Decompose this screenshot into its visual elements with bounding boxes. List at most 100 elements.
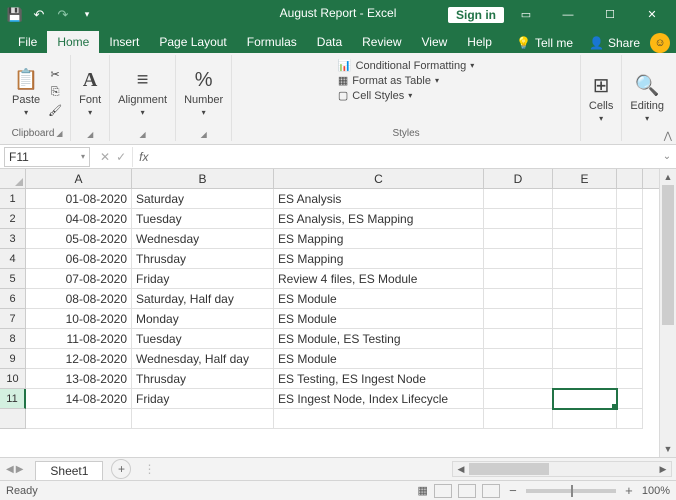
enter-formula-icon[interactable]: ✓: [116, 150, 126, 164]
cell[interactable]: [553, 329, 617, 349]
cell[interactable]: [617, 329, 643, 349]
expand-formula-bar-icon[interactable]: ⌄: [658, 151, 676, 162]
cell[interactable]: Monday: [132, 309, 274, 329]
tab-help[interactable]: Help: [457, 31, 502, 53]
row-header[interactable]: 3: [0, 229, 26, 249]
cell[interactable]: [553, 309, 617, 329]
maximize-icon[interactable]: ☐: [590, 0, 630, 29]
cell[interactable]: [484, 409, 553, 429]
cell[interactable]: Friday: [132, 389, 274, 409]
cell[interactable]: ES Module, ES Testing: [274, 329, 484, 349]
cell[interactable]: Tuesday: [132, 329, 274, 349]
cell[interactable]: ES Testing, ES Ingest Node: [274, 369, 484, 389]
cell[interactable]: [617, 229, 643, 249]
cell[interactable]: [553, 369, 617, 389]
cell[interactable]: 12-08-2020: [26, 349, 132, 369]
next-sheet-icon[interactable]: ▶: [16, 464, 24, 475]
name-box[interactable]: F11▾: [4, 147, 90, 167]
cell[interactable]: ES Ingest Node, Index Lifecycle: [274, 389, 484, 409]
font-button[interactable]: A Font ▾: [77, 67, 103, 119]
cell[interactable]: ES Analysis: [274, 189, 484, 209]
horizontal-scrollbar[interactable]: ◀ ▶: [452, 461, 672, 477]
cell[interactable]: ES Mapping: [274, 229, 484, 249]
row-header[interactable]: 7: [0, 309, 26, 329]
dialog-launcher-icon[interactable]: ◢: [87, 130, 93, 139]
cell[interactable]: Wednesday, Half day: [132, 349, 274, 369]
row-header[interactable]: [0, 409, 26, 429]
cell[interactable]: [617, 309, 643, 329]
cell[interactable]: [553, 189, 617, 209]
cell[interactable]: 04-08-2020: [26, 209, 132, 229]
number-button[interactable]: % Number ▾: [182, 67, 225, 119]
cell[interactable]: ES Analysis, ES Mapping: [274, 209, 484, 229]
cell[interactable]: [484, 229, 553, 249]
zoom-slider[interactable]: [526, 489, 616, 493]
cell[interactable]: ES Mapping: [274, 249, 484, 269]
cell[interactable]: 01-08-2020: [26, 189, 132, 209]
cancel-formula-icon[interactable]: ✕: [100, 150, 110, 164]
row-header[interactable]: 11: [0, 389, 26, 409]
row-header[interactable]: 9: [0, 349, 26, 369]
cell[interactable]: [617, 289, 643, 309]
tellme-button[interactable]: 💡Tell me: [510, 36, 579, 50]
page-layout-view-icon[interactable]: [458, 484, 476, 498]
formula-input[interactable]: [154, 147, 658, 167]
cell[interactable]: [484, 289, 553, 309]
tab-split-handle[interactable]: ⋮: [143, 462, 155, 476]
dialog-launcher-icon[interactable]: ◢: [56, 129, 62, 138]
zoom-in-button[interactable]: +: [622, 483, 636, 498]
prev-sheet-icon[interactable]: ◀: [6, 464, 14, 475]
row-header[interactable]: 8: [0, 329, 26, 349]
tab-review[interactable]: Review: [352, 31, 411, 53]
row-header[interactable]: 10: [0, 369, 26, 389]
col-header-b[interactable]: B: [132, 169, 274, 188]
tab-view[interactable]: View: [412, 31, 458, 53]
row-header[interactable]: 2: [0, 209, 26, 229]
cell[interactable]: [484, 269, 553, 289]
cell-styles-button[interactable]: ▢Cell Styles▾: [338, 89, 412, 102]
qat-customize-icon[interactable]: ▾: [76, 4, 98, 26]
save-icon[interactable]: 💾: [4, 4, 26, 26]
cell[interactable]: Thrusday: [132, 369, 274, 389]
cell[interactable]: Wednesday: [132, 229, 274, 249]
cell[interactable]: Review 4 files, ES Module: [274, 269, 484, 289]
cell[interactable]: [617, 349, 643, 369]
col-header-c[interactable]: C: [274, 169, 484, 188]
scroll-left-icon[interactable]: ◀: [453, 462, 469, 476]
sheet-nav[interactable]: ◀▶: [0, 464, 29, 475]
conditional-formatting-button[interactable]: 📊Conditional Formatting▾: [338, 59, 474, 72]
signin-button[interactable]: Sign in: [448, 7, 504, 23]
scroll-right-icon[interactable]: ▶: [655, 462, 671, 476]
cell[interactable]: [274, 409, 484, 429]
cell[interactable]: 07-08-2020: [26, 269, 132, 289]
cell[interactable]: [553, 349, 617, 369]
cell[interactable]: 08-08-2020: [26, 289, 132, 309]
row-header[interactable]: 5: [0, 269, 26, 289]
ribbon-display-icon[interactable]: ▭: [506, 0, 546, 29]
format-painter-icon[interactable]: 🖌: [46, 102, 64, 118]
zoom-level[interactable]: 100%: [642, 485, 670, 497]
cut-icon[interactable]: ✂: [46, 66, 64, 82]
col-header-d[interactable]: D: [484, 169, 553, 188]
cell[interactable]: [617, 249, 643, 269]
cell[interactable]: [484, 309, 553, 329]
share-button[interactable]: 👤Share: [583, 36, 646, 50]
cell[interactable]: [484, 329, 553, 349]
cell[interactable]: 06-08-2020: [26, 249, 132, 269]
cell[interactable]: ES Module: [274, 309, 484, 329]
cell[interactable]: ES Module: [274, 289, 484, 309]
cell[interactable]: Saturday: [132, 189, 274, 209]
cell[interactable]: 14-08-2020: [26, 389, 132, 409]
add-sheet-button[interactable]: +: [111, 459, 131, 479]
cell[interactable]: 11-08-2020: [26, 329, 132, 349]
redo-icon[interactable]: ↷: [52, 4, 74, 26]
editing-button[interactable]: 🔍 Editing ▾: [628, 71, 666, 125]
macro-record-icon[interactable]: ▦: [417, 484, 427, 497]
feedback-icon[interactable]: ☺: [650, 33, 670, 53]
cell[interactable]: Saturday, Half day: [132, 289, 274, 309]
cell[interactable]: [553, 409, 617, 429]
cell[interactable]: Tuesday: [132, 209, 274, 229]
normal-view-icon[interactable]: [434, 484, 452, 498]
scroll-thumb[interactable]: [662, 185, 674, 325]
zoom-out-button[interactable]: −: [506, 483, 520, 498]
